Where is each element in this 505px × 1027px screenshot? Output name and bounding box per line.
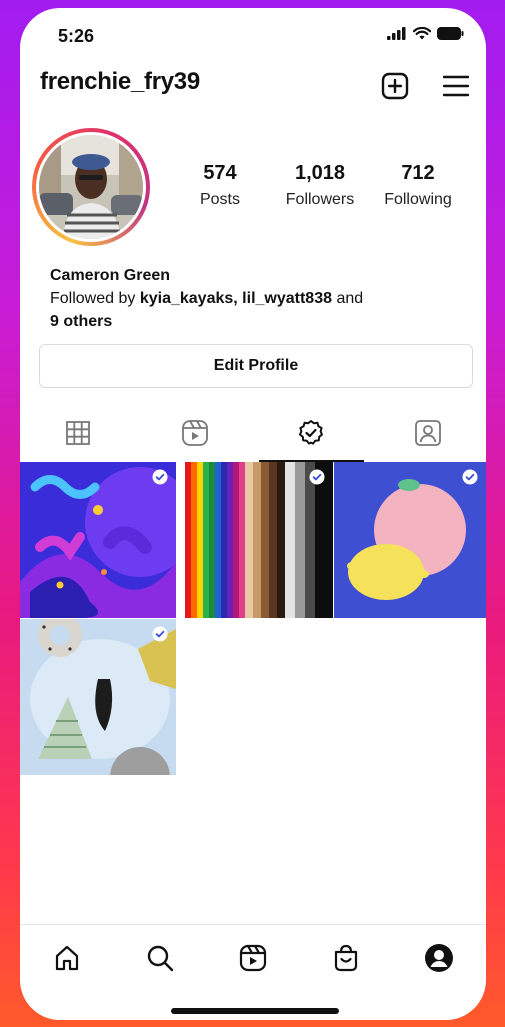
followers-stat[interactable]: 1,018 Followers	[270, 162, 370, 209]
create-post-button[interactable]	[379, 70, 411, 102]
reels-icon	[239, 944, 267, 972]
posts-label: Posts	[199, 191, 240, 208]
followed-separator: ,	[233, 290, 238, 307]
profile-stats: 574 Posts 1,018 Followers 712 Following	[188, 162, 462, 209]
phone-screen: 5:26 frenchie_fry39 574 Posts 1,018 Foll…	[20, 8, 486, 1020]
profile-full-name: Cameron Green	[50, 267, 171, 284]
following-stat[interactable]: 712 Following	[374, 162, 462, 209]
tagged-person-icon	[414, 420, 441, 446]
followed-by-line[interactable]: Followed by kyia_kayaks, lil_wyatt838 an…	[50, 287, 363, 310]
status-icons	[387, 27, 464, 40]
verified-badge-icon	[462, 469, 478, 485]
rainbow-stripes-image	[177, 462, 333, 618]
posts-count: 574	[203, 162, 237, 184]
followed-by-prefix: Followed by	[50, 290, 136, 307]
tab-posts-grid[interactable]	[20, 404, 137, 462]
nav-reels[interactable]	[206, 925, 299, 991]
purple-abstract-image	[20, 462, 176, 618]
story-ring[interactable]	[32, 128, 150, 246]
shop-bag-icon	[335, 944, 358, 972]
home-icon	[55, 945, 78, 971]
signal-icon	[387, 27, 406, 40]
nav-search[interactable]	[113, 925, 206, 991]
verified-badge-icon	[152, 626, 168, 642]
profile-icon	[425, 944, 454, 972]
and-word: and	[336, 290, 364, 307]
citrus-fruit-image	[334, 462, 486, 618]
followed-user-link[interactable]: kyia_kayaks	[140, 290, 233, 307]
battery-icon	[437, 27, 464, 40]
status-bar: 5:26	[20, 8, 486, 60]
avatar	[39, 135, 143, 239]
plus-square-icon	[381, 72, 409, 100]
3d-shapes-image	[20, 619, 176, 775]
grid-post[interactable]	[20, 462, 176, 618]
nav-home[interactable]	[20, 925, 113, 991]
tab-tagged[interactable]	[370, 404, 487, 462]
edit-profile-button[interactable]: Edit Profile	[39, 344, 473, 388]
following-count: 712	[401, 162, 435, 184]
grid-post[interactable]	[334, 462, 486, 618]
verified-collectible-icon	[299, 420, 324, 445]
hamburger-menu-icon	[443, 75, 469, 97]
profile-summary: 574 Posts 1,018 Followers 712 Following	[20, 126, 486, 256]
nav-profile[interactable]	[393, 925, 486, 991]
verified-badge-icon	[152, 469, 168, 485]
followers-count: 1,018	[294, 162, 346, 184]
profile-bio: Cameron Green Followed by kyia_kayaks, l…	[50, 264, 363, 333]
search-icon	[147, 945, 173, 972]
home-indicator	[171, 1008, 339, 1014]
reels-icon	[181, 420, 208, 446]
grid-post[interactable]	[20, 619, 176, 775]
grid-post[interactable]	[177, 462, 333, 618]
nav-shop[interactable]	[300, 925, 393, 991]
followers-label: Followers	[285, 191, 355, 208]
menu-button[interactable]	[440, 70, 472, 102]
tab-reels[interactable]	[137, 404, 254, 462]
profile-tabs	[20, 404, 486, 462]
tab-collectibles[interactable]	[253, 404, 370, 462]
grid-icon	[66, 421, 91, 445]
wifi-icon	[413, 27, 431, 40]
posts-stat[interactable]: 574 Posts	[188, 162, 252, 209]
followed-others-link[interactable]: 9 others	[50, 313, 112, 330]
following-label: Following	[384, 191, 452, 208]
verified-badge-icon	[309, 469, 325, 485]
bottom-nav	[20, 924, 486, 991]
profile-header: frenchie_fry39	[20, 68, 486, 112]
status-time: 5:26	[58, 26, 95, 46]
followed-user-link[interactable]: lil_wyatt838	[242, 290, 332, 307]
profile-username: frenchie_fry39	[40, 68, 200, 95]
